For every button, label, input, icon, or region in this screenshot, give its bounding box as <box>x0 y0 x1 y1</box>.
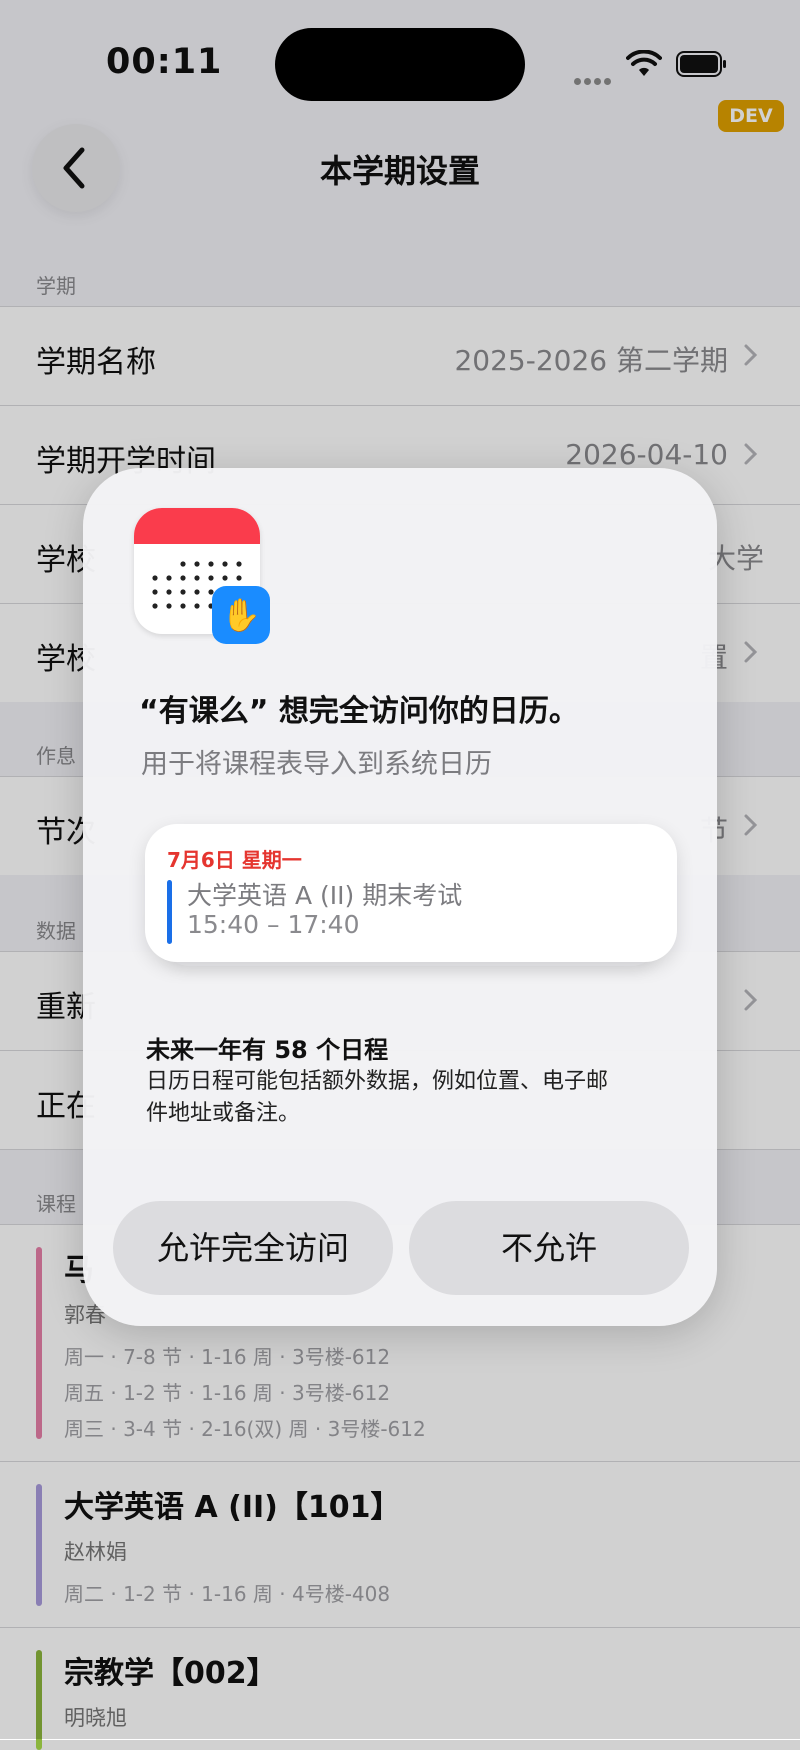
event-color-bar <box>167 880 172 944</box>
event-date: 7月6日 星期一 <box>167 848 302 872</box>
event-preview-card: 7月6日 星期一 大学英语 A (II) 期末考试 15:40 – 17:40 <box>145 824 677 962</box>
dialog-title: “有课么” 想完全访问你的日历。 <box>139 694 579 729</box>
event-name: 大学英语 A (II) 期末考试 <box>187 881 463 910</box>
event-time: 15:40 – 17:40 <box>187 910 360 939</box>
dialog-description: 日历日程可能包括额外数据，例如位置、电子邮件地址或备注。 <box>146 1069 609 1126</box>
allow-full-access-button[interactable]: 允许完全访问 <box>113 1201 393 1295</box>
event-count: 未来一年有 58 个日程 <box>146 1036 389 1064</box>
deny-button[interactable]: 不允许 <box>409 1201 689 1295</box>
dialog-subtitle: 用于将课程表导入到系统日历 <box>141 749 492 780</box>
calendar-permission-dialog: ✋ “有课么” 想完全访问你的日历。 用于将课程表导入到系统日历 7月6日 星期… <box>83 468 717 1326</box>
hand-raised-icon: ✋ <box>212 586 270 644</box>
